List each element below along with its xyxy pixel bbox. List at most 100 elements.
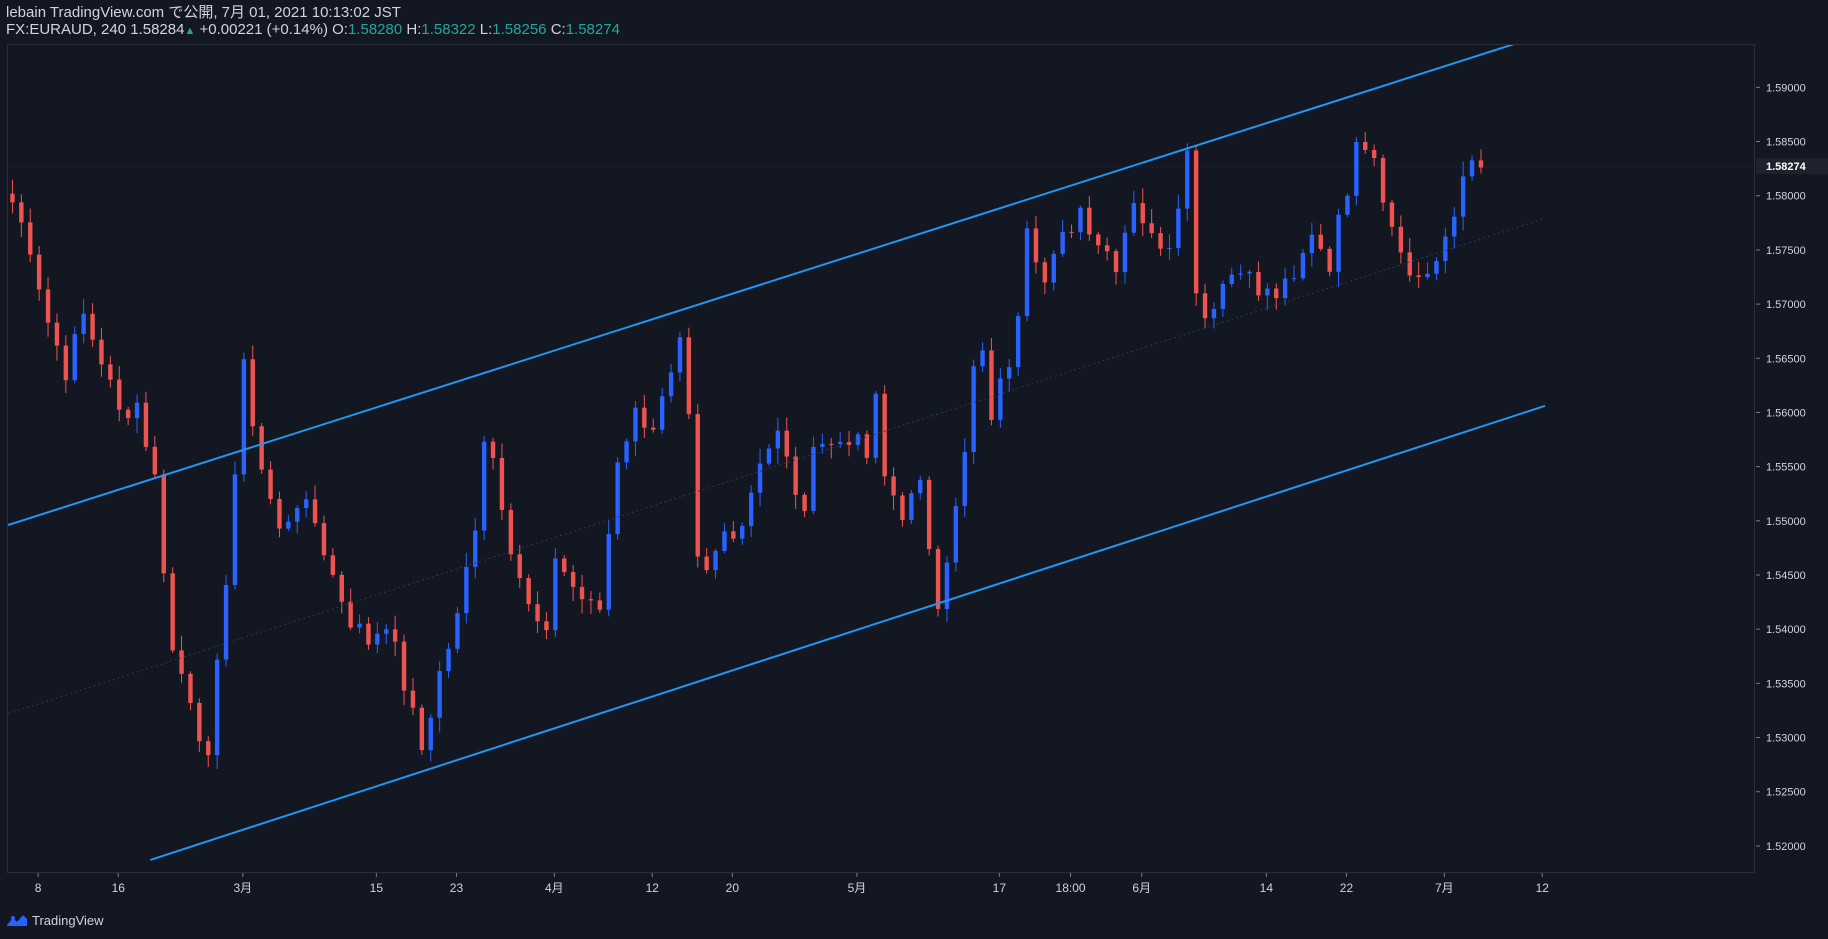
price-axis[interactable]: 1.52000 1.52500 1.53000 1.53500 1.54000 1.545… [1756,44,1828,873]
candle-body [1149,223,1154,234]
candle-body [214,659,220,756]
candle-body [980,350,985,367]
candle-body [10,193,15,203]
candle-body [1033,228,1039,263]
y-tick-label: 1.55000 [1766,516,1806,528]
price-change: +0.00221 (+0.14%) [199,21,328,38]
current-price-label: 1.58274 [1766,161,1807,173]
x-tick-label: 20 [726,881,740,895]
close-value: 1.58274 [565,21,620,38]
candle-body [517,554,522,579]
candle-body [1238,273,1243,275]
candle-body [713,550,718,571]
y-tick-label: 1.53500 [1766,678,1806,690]
x-tick-label: 17 [993,881,1007,895]
chart-header: lebain TradingView.com で公開, 7月 01, 2021 … [6,4,620,40]
candle-body [553,558,558,631]
y-tick-label: 1.56000 [1766,407,1806,419]
candle-body [722,531,727,551]
candle-body [499,457,505,510]
candle-body [597,600,603,610]
y-tick-label: 1.57500 [1766,245,1806,257]
candle-body [873,393,878,458]
candle-body [1318,234,1323,249]
time-axis[interactable]: 8 16 3月 15 23 4月 12 20 5月 17 18:00 6月 14 22 7月 12 [7,873,1756,903]
candle-body [490,441,496,458]
chart-pane[interactable] [7,38,1756,874]
candle-body [508,509,514,555]
candle-body [1256,271,1261,296]
candle-body [366,623,371,645]
footer-brand[interactable]: TradingView [6,910,104,930]
x-tick-label: 12 [1536,881,1550,895]
candle-body [731,531,736,539]
time-axis-svg: 8 16 3月 15 23 4月 12 20 5月 17 18:00 6月 14 22 7月 12 [35,873,1550,895]
x-tick-label: 12 [646,881,660,895]
candle-body [223,585,229,660]
candle-body [766,448,772,464]
candle-body [891,476,896,496]
candle-body [811,446,816,511]
x-tick-label: 5月 [848,881,867,895]
ohlc-line: FX:EURAUD, 240 1.58284▲ +0.00221 (+0.14%… [6,21,620,40]
candle-body [321,523,327,556]
candle-body [481,441,487,531]
candle-body [1185,150,1190,209]
candle-body [900,495,905,520]
candle-body [579,586,585,600]
candle-body [544,621,549,631]
candle-body [775,430,781,449]
candle-body [677,337,683,373]
candle-body [90,313,95,340]
candle-body [535,604,540,622]
candle-body [668,372,674,397]
candle-body [81,313,86,334]
candle-body [206,741,211,756]
candle-body [1443,236,1448,262]
candle-body [757,463,763,493]
y-tick-label: 1.55500 [1766,462,1806,474]
candle-body [784,430,789,457]
candle-body [793,456,798,495]
candle-body [1122,232,1128,273]
candle-body [384,629,389,634]
candle-body [1389,202,1395,227]
candle-body [651,427,656,430]
candle-body [72,333,77,381]
y-tick-label: 1.52500 [1766,787,1806,799]
candle-body [1452,216,1457,237]
candle-body [1060,231,1065,254]
candle-body [802,494,807,511]
candle-body [446,648,451,672]
candle-body [1336,214,1341,272]
y-tick-label: 1.53000 [1766,733,1806,745]
candle-body [295,507,300,522]
candle-body [962,452,967,507]
tradingview-logo-icon [7,915,27,926]
candle-body [1247,271,1252,274]
candle-body [1407,252,1412,276]
y-tick-label: 1.58500 [1766,137,1806,149]
candle-body [971,366,976,453]
candle-body [1345,195,1350,215]
candle-body [526,578,531,605]
candle-body [1140,203,1145,224]
candle-body [392,629,398,642]
candle-body [1363,141,1368,151]
candle-body [125,409,131,419]
candle-body [837,441,843,444]
candle-body [232,474,238,586]
candle-body [277,498,282,529]
candle-body [437,671,442,718]
price-chart[interactable] [7,38,1756,874]
candle-body [259,426,264,470]
candle-body [855,434,861,445]
x-tick-label: 7月 [1435,881,1454,895]
candle-body [1309,234,1315,253]
candle-body [1265,288,1270,296]
x-tick-label: 18:00 [1056,881,1086,895]
candle-body [268,469,273,499]
candle-body [1220,283,1226,309]
brand-name: TradingView [32,912,104,928]
candle-body [624,441,629,463]
